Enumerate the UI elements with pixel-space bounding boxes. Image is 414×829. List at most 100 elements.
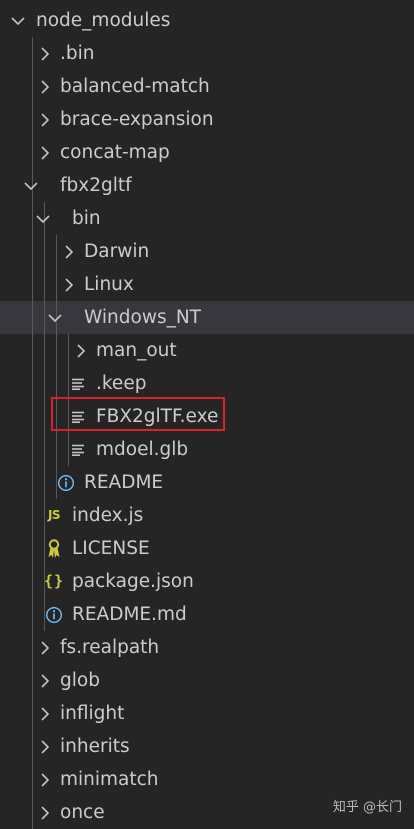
- folder-label: Linux: [84, 274, 134, 295]
- folder-inflight[interactable]: inflight: [0, 697, 414, 730]
- folder-brace-expansion[interactable]: brace-expansion: [0, 103, 414, 136]
- file-label: package.json: [72, 571, 194, 592]
- indent-guide: [32, 697, 33, 730]
- indent-guide: [56, 367, 57, 400]
- indent-guide: [32, 631, 33, 664]
- indent-guide: [44, 367, 45, 400]
- chevron-right-icon[interactable]: [36, 664, 54, 697]
- file-label: LICENSE: [72, 538, 150, 559]
- folder-linux[interactable]: Linux: [0, 268, 414, 301]
- info-icon: [43, 598, 65, 631]
- folder-glob[interactable]: glob: [0, 664, 414, 697]
- file-label: README: [84, 472, 164, 493]
- json-file-icon: {}: [43, 572, 65, 590]
- indent-guide: [32, 202, 33, 235]
- folder-label: brace-expansion: [60, 109, 214, 130]
- folder-windows-nt[interactable]: Windows_NT: [0, 301, 414, 334]
- indent-guide: [56, 433, 57, 466]
- file-label: mdoel.glb: [96, 439, 189, 460]
- folder-label: minimatch: [60, 769, 159, 790]
- license-icon: [43, 532, 65, 565]
- chevron-down-icon[interactable]: [46, 301, 64, 334]
- indent-guide: [32, 301, 33, 334]
- chevron-right-icon[interactable]: [36, 730, 54, 763]
- folder-label: inherits: [60, 736, 130, 757]
- folder-fbx2gltf[interactable]: fbx2gltf: [0, 169, 414, 202]
- indent-guide: [32, 499, 33, 532]
- folder-label: inflight: [60, 703, 125, 724]
- chevron-down-icon[interactable]: [34, 202, 52, 235]
- file-package-json[interactable]: {} package.json: [0, 565, 414, 598]
- folder-concat-map[interactable]: concat-map: [0, 136, 414, 169]
- chevron-right-icon[interactable]: [36, 631, 54, 664]
- highlight-box: [51, 397, 225, 431]
- folder-label: bin: [72, 208, 101, 229]
- indent-guide: [32, 268, 33, 301]
- indent-guide: [32, 37, 33, 70]
- folder-label: concat-map: [60, 142, 170, 163]
- indent-guide: [56, 235, 57, 268]
- file-license[interactable]: LICENSE: [0, 532, 414, 565]
- indent-guide: [68, 334, 69, 367]
- folder-minimatch[interactable]: minimatch: [0, 763, 414, 796]
- folder-label: man_out: [96, 340, 177, 361]
- indent-guide: [32, 400, 33, 433]
- info-icon: [55, 466, 77, 499]
- folder-balanced-match[interactable]: balanced-match: [0, 70, 414, 103]
- indent-guide: [32, 103, 33, 136]
- indent-guide: [44, 466, 45, 499]
- file-label: README.md: [72, 604, 187, 625]
- folder-node-modules[interactable]: node_modules: [0, 4, 414, 37]
- indent-guide: [32, 532, 33, 565]
- chevron-right-icon[interactable]: [60, 235, 78, 268]
- js-file-icon: JS: [47, 508, 61, 522]
- chevron-right-icon[interactable]: [36, 697, 54, 730]
- indent-guide: [32, 466, 33, 499]
- file-label: .keep: [96, 373, 147, 394]
- folder-label: balanced-match: [60, 76, 210, 97]
- indent-guide: [44, 400, 45, 433]
- indent-guide: [32, 136, 33, 169]
- indent-guide: [44, 301, 45, 334]
- folder-label: Windows_NT: [84, 307, 201, 328]
- indent-guide: [32, 433, 33, 466]
- file-keep[interactable]: .keep: [0, 367, 414, 400]
- indent-guide: [44, 433, 45, 466]
- folder-bin-hidden[interactable]: .bin: [0, 37, 414, 70]
- folder-fs-realpath[interactable]: fs.realpath: [0, 631, 414, 664]
- watermark: 知乎 @长门: [332, 800, 402, 815]
- chevron-down-icon[interactable]: [22, 169, 40, 202]
- chevron-right-icon[interactable]: [60, 268, 78, 301]
- chevron-right-icon[interactable]: [36, 136, 54, 169]
- indent-guide: [32, 763, 33, 796]
- chevron-right-icon[interactable]: [36, 103, 54, 136]
- indent-guide: [32, 334, 33, 367]
- indent-guide: [32, 730, 33, 763]
- indent-guide: [32, 664, 33, 697]
- indent-guide: [44, 235, 45, 268]
- indent-guide: [32, 796, 33, 829]
- chevron-right-icon[interactable]: [36, 70, 54, 103]
- chevron-down-icon[interactable]: [9, 4, 27, 37]
- file-readme[interactable]: README: [0, 466, 414, 499]
- file-index-js[interactable]: JS index.js: [0, 499, 414, 532]
- indent-guide: [32, 565, 33, 598]
- file-readme-md[interactable]: README.md: [0, 598, 414, 631]
- folder-bin[interactable]: bin: [0, 202, 414, 235]
- folder-inherits[interactable]: inherits: [0, 730, 414, 763]
- indent-guide: [32, 598, 33, 631]
- indent-guide: [56, 268, 57, 301]
- folder-darwin[interactable]: Darwin: [0, 235, 414, 268]
- file-mdoel-glb[interactable]: mdoel.glb: [0, 433, 414, 466]
- chevron-right-icon[interactable]: [36, 37, 54, 70]
- chevron-right-icon[interactable]: [36, 763, 54, 796]
- chevron-right-icon[interactable]: [36, 796, 54, 829]
- indent-guide: [32, 70, 33, 103]
- folder-man-out[interactable]: man_out: [0, 334, 414, 367]
- folder-label: fs.realpath: [60, 637, 160, 658]
- chevron-right-icon[interactable]: [72, 334, 90, 367]
- folder-label: node_modules: [36, 10, 171, 31]
- indent-guide: [44, 334, 45, 367]
- indent-guide: [56, 334, 57, 367]
- indent-guide: [32, 235, 33, 268]
